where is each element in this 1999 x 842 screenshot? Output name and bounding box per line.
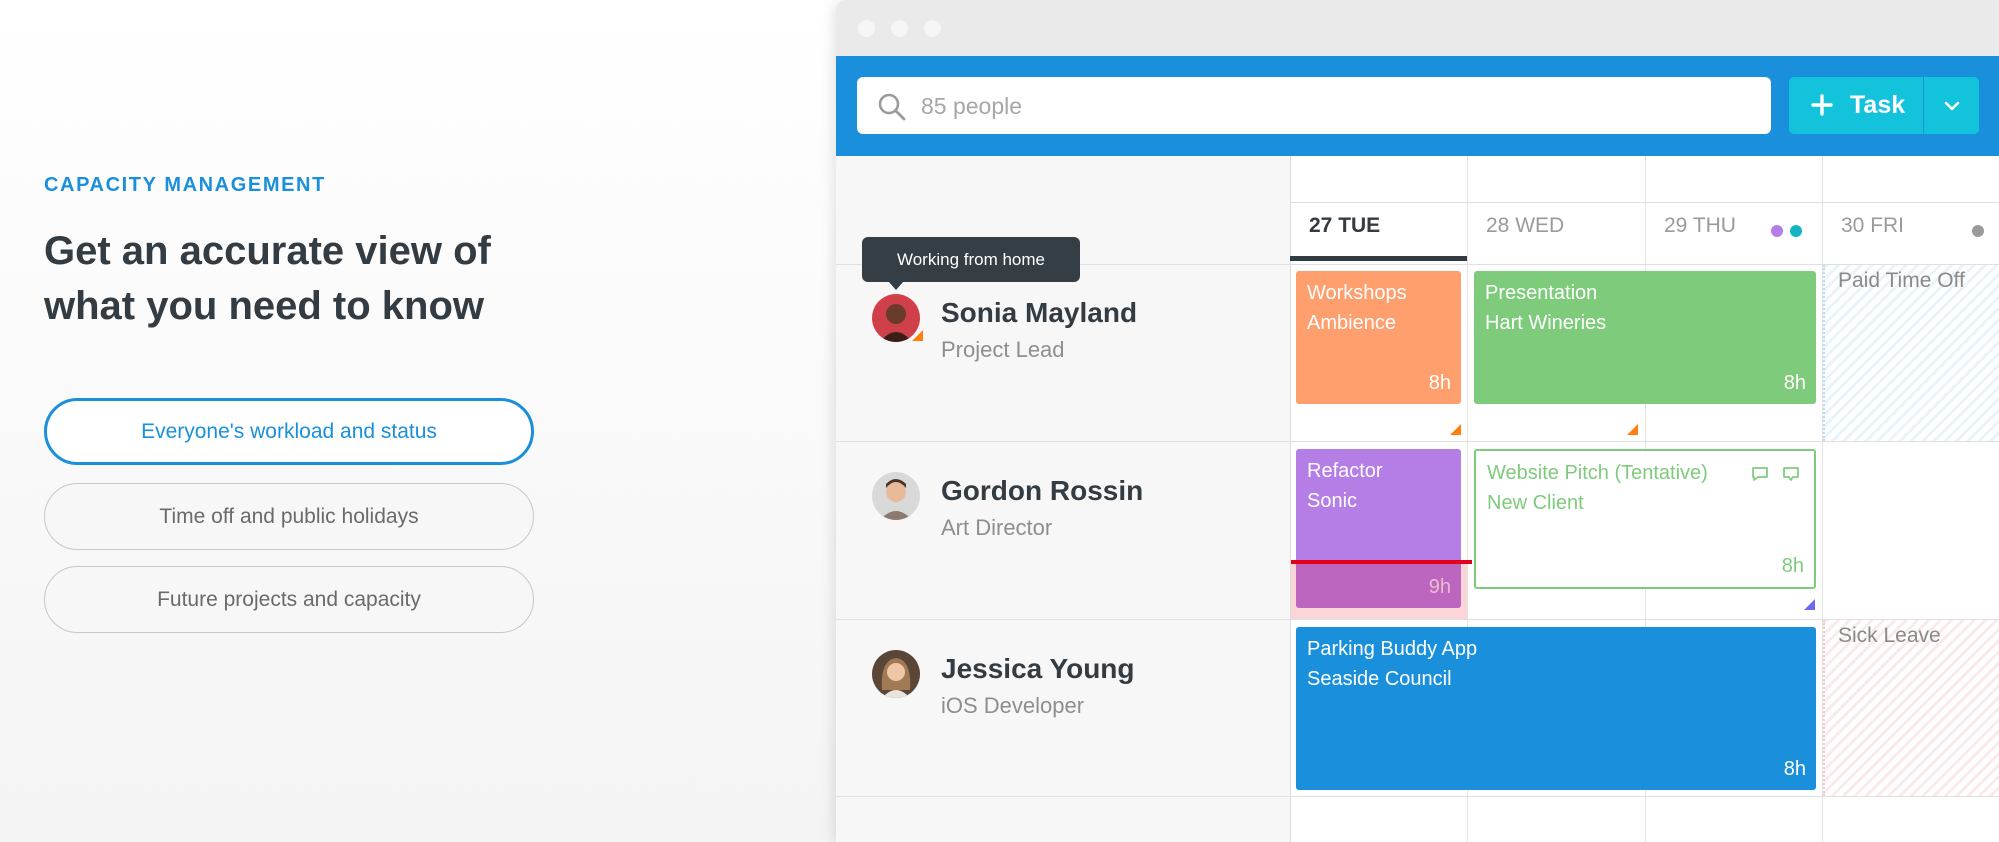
task-title: Presentation — [1485, 282, 1598, 304]
task-card[interactable]: Presentation Hart Wineries 8h — [1474, 271, 1816, 404]
task-title: Refactor — [1307, 460, 1383, 482]
status-tooltip: Working from home — [862, 237, 1080, 290]
status-dot — [1771, 225, 1783, 237]
add-task-button[interactable]: Task — [1789, 77, 1923, 134]
window-minimize-dot[interactable] — [891, 20, 908, 37]
task-title: Parking Buddy App — [1307, 638, 1478, 660]
task-client: New Client — [1487, 492, 1584, 514]
person-role: iOS Developer — [941, 693, 1085, 718]
status-dot — [1790, 225, 1802, 237]
toolbar: Task — [836, 56, 1999, 156]
task-client: Seaside Council — [1307, 668, 1452, 690]
task-hours: 8h — [1783, 372, 1806, 394]
person-role: Art Director — [941, 515, 1053, 540]
time-off-label: Paid Time Off — [1838, 269, 1965, 292]
day-header-tue[interactable]: 27 TUE — [1290, 202, 1467, 250]
task-hours: 8h — [1428, 372, 1451, 394]
status-dot — [1972, 225, 1984, 237]
plus-icon — [1811, 94, 1833, 116]
time-off-block[interactable]: Sick Leave — [1823, 620, 1999, 796]
task-card-tentative[interactable]: Website Pitch (Tentative) New Client 8h — [1474, 449, 1816, 589]
status-flag-icon — [912, 330, 923, 341]
person-name[interactable]: Gordon Rossin — [941, 475, 1143, 507]
task-client: Hart Wineries — [1485, 312, 1607, 334]
task-hours: 8h — [1783, 758, 1806, 780]
chevron-down-icon — [1944, 101, 1959, 110]
section-eyebrow: CAPACITY MANAGEMENT — [44, 174, 326, 196]
avatar[interactable] — [872, 472, 920, 520]
add-task-label: Task — [1850, 91, 1906, 119]
task-card[interactable]: Refactor Sonic 9h — [1296, 449, 1461, 608]
status-flag-icon — [1450, 424, 1461, 435]
task-card[interactable]: Parking Buddy App Seaside Council 8h — [1296, 627, 1816, 790]
active-day-indicator — [1290, 256, 1467, 261]
grid-divider — [836, 796, 1999, 797]
task-card[interactable]: Workshops Ambience 8h — [1296, 271, 1461, 404]
day-header-fri[interactable]: 30 FRI — [1822, 202, 1999, 250]
headline: Get an accurate view of what you need to… — [44, 229, 491, 328]
option-future-projects[interactable]: Future projects and capacity — [44, 566, 534, 633]
task-client: Sonic — [1307, 490, 1358, 512]
schedule-grid: 27 TUE 28 WED 29 THU 30 FRI Sonia Maylan… — [836, 156, 1999, 842]
comment-icon[interactable] — [1751, 465, 1769, 483]
time-off-block[interactable]: Paid Time Off — [1823, 265, 1999, 441]
task-options-dropdown[interactable] — [1924, 77, 1979, 134]
search-icon — [878, 93, 906, 121]
person-name[interactable]: Sonia Mayland — [941, 297, 1137, 329]
person-icon — [881, 658, 911, 698]
status-flag-icon — [1627, 424, 1638, 435]
option-workload-status[interactable]: Everyone's workload and status — [44, 398, 534, 465]
search-input[interactable] — [919, 77, 1743, 136]
grid-divider — [836, 441, 1999, 442]
window-maximize-dot[interactable] — [924, 20, 941, 37]
task-hours: 8h — [1781, 555, 1804, 577]
task-title: Workshops — [1307, 282, 1407, 304]
search-box[interactable] — [857, 77, 1771, 136]
window-titlebar — [836, 0, 1999, 56]
capacity-limit-line — [1291, 560, 1472, 564]
status-flag-icon — [1804, 599, 1815, 610]
window-close-dot[interactable] — [858, 20, 875, 37]
person-role: Project Lead — [941, 337, 1065, 362]
task-client: Ambience — [1307, 312, 1396, 334]
app-window: Task 27 TUE 28 WED 29 THU 30 FRI — [836, 0, 1999, 842]
option-time-off[interactable]: Time off and public holidays — [44, 483, 534, 550]
time-off-label: Sick Leave — [1838, 624, 1941, 647]
day-header-wed[interactable]: 28 WED — [1467, 202, 1644, 250]
person-name[interactable]: Jessica Young — [941, 653, 1135, 685]
chat-icon[interactable] — [1782, 465, 1800, 483]
person-icon — [880, 479, 912, 520]
avatar[interactable] — [872, 650, 920, 698]
overtime-overlay — [1296, 564, 1461, 608]
